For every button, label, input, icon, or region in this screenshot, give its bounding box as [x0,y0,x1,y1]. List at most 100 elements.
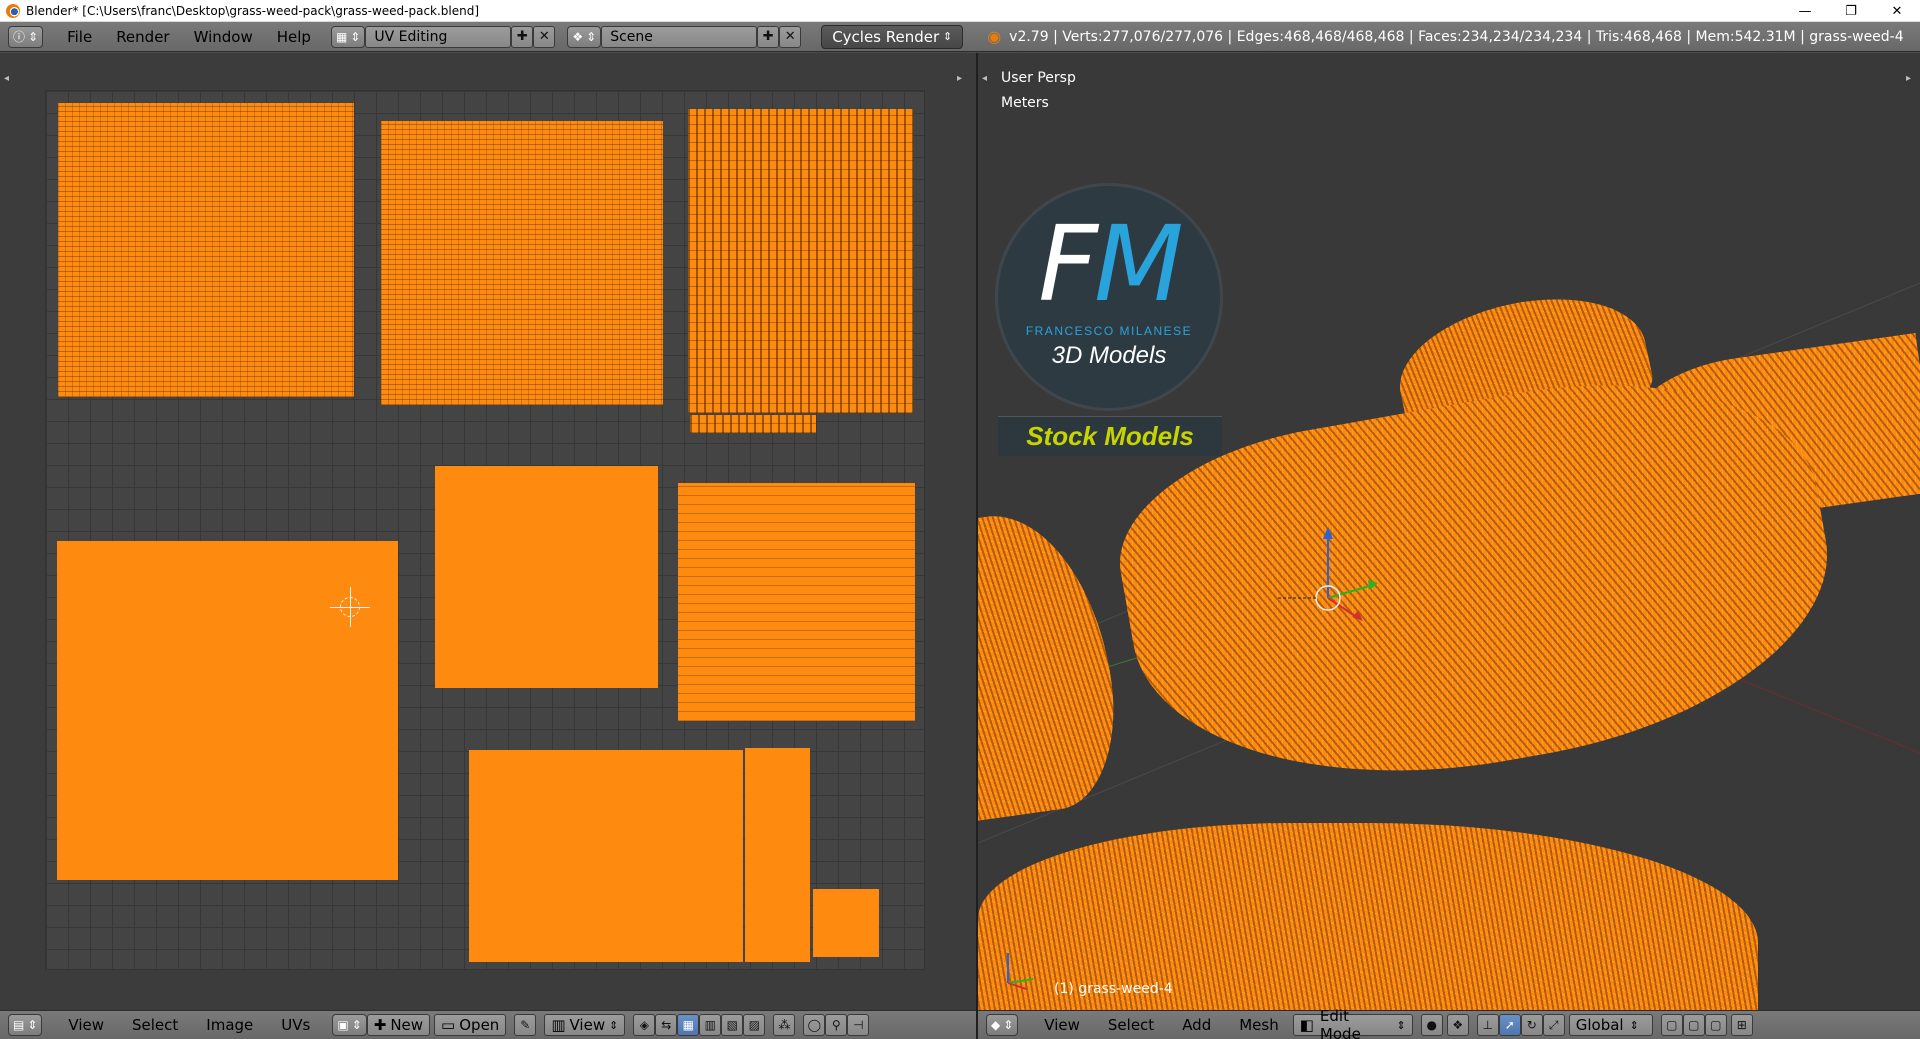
transform-orientation-select[interactable]: Global ⇕ [1568,1014,1653,1036]
menu-help[interactable]: Help [265,28,323,46]
region-toggle-icon[interactable]: ◂ [4,73,9,84]
interaction-mode-select[interactable]: ◧ Edit Mode ⇕ [1292,1007,1413,1039]
uv-island[interactable] [435,466,658,688]
minimize-button[interactable]: — [1782,0,1828,22]
pivot-icon[interactable]: ◈ [633,1014,656,1036]
add-layout-button[interactable]: ✚ [511,25,534,48]
view-mode-label: View [569,1016,606,1034]
x-icon: ✕ [784,29,796,44]
face-select-icon[interactable]: ▧ [721,1014,744,1036]
uv-island[interactable] [690,415,816,433]
info-header: ⓘ ⇕ File Render Window Help ▦ ⇕ UV Editi… [0,22,1920,52]
updown-arrows-icon: ⇕ [1003,1018,1014,1032]
translate-manipulator-icon[interactable]: ➚ [1498,1014,1521,1036]
menu-render[interactable]: Render [104,28,181,46]
pin-icon[interactable]: ✎ [514,1014,537,1036]
plus-icon: ✚ [762,29,774,44]
sync-selection-icon[interactable]: ⇆ [655,1014,678,1036]
sticky-select-icon[interactable]: ⁂ [773,1014,796,1036]
delete-layout-button[interactable]: ✕ [533,25,556,48]
menu-file[interactable]: File [55,28,104,46]
window-title: Blender* [C:\Users\franc\Desktop\grass-w… [26,3,480,18]
uv-editor-type-button[interactable]: ▤ ⇕ [8,1014,43,1036]
open-image-label: Open [459,1016,500,1034]
updown-arrows-icon: ⇕ [609,1018,619,1032]
info-icon: ⓘ [13,30,26,44]
interaction-mode-label: Edit Mode [1319,1007,1361,1039]
updown-arrows-icon: ⇕ [1629,1018,1639,1032]
maximize-button[interactable]: ❐ [1828,0,1874,22]
vertex-select-icon[interactable]: ▦ [677,1014,700,1036]
add-scene-button[interactable]: ✚ [757,25,780,48]
render-engine-label: Cycles Render [832,27,940,46]
manipulator-toggle-icon[interactable]: ⊥ [1476,1014,1499,1036]
layout-grid-icon: ▦ [335,29,348,44]
view-mode-select[interactable]: ▥ View ⇕ [544,1014,626,1036]
proportional-edit-icon[interactable]: ◯ [803,1014,826,1036]
edge-select-icon[interactable]: ▥ [699,1014,722,1036]
orientation-label: Global [1575,1016,1624,1034]
new-image-button[interactable]: ✚ New [366,1014,431,1036]
uv-island[interactable] [381,121,663,405]
3d-viewport[interactable]: ◂ ▸ User Persp Meters FM FRANCESCO MILAN… [978,53,1920,1010]
region-toggle-icon[interactable]: ▸ [957,73,962,84]
viewport-shading-icon[interactable]: ● [1420,1014,1443,1036]
menu-window[interactable]: Window [182,28,265,46]
x-icon: ✕ [538,29,550,44]
open-image-button[interactable]: ▭ Open [434,1014,507,1036]
delete-scene-button[interactable]: ✕ [779,25,802,48]
logo-author: FRANCESCO MILANESE [1025,324,1193,338]
rotate-manipulator-icon[interactable]: ↻ [1520,1014,1543,1036]
vp-menu-mesh[interactable]: Mesh [1225,1016,1293,1034]
fm-logo: FM FRANCESCO MILANESE 3D Models [998,186,1220,408]
scale-manipulator-icon[interactable]: ⤢ [1542,1014,1565,1036]
logo-letter-f: F [1038,203,1098,325]
uv-island[interactable] [678,483,915,721]
vp-menu-add[interactable]: Add [1168,1016,1225,1034]
fm-logo-letters: FM [998,212,1220,316]
scene-icon: ❖ [572,29,584,44]
scene-selector[interactable]: ❖ ⇕ [567,25,602,48]
uv-island[interactable] [469,750,743,962]
axis-widget [1007,953,1034,990]
transform-manipulator[interactable] [1278,523,1398,633]
logo-letter-m: M [1094,203,1184,325]
render-engine-select[interactable]: Cycles Render ⇕ [821,24,964,49]
uv-menu-select[interactable]: Select [118,1016,192,1034]
uv-image-editor[interactable]: ◂ ▸ [0,53,976,1010]
snap-target-icon[interactable]: ⊣ [847,1014,870,1036]
scene-stats: v2.79 | Verts:277,076/277,076 | Edges:46… [1009,28,1904,45]
logo-subtitle: 3D Models [1051,342,1167,369]
snap-icon[interactable]: ⚲ [825,1014,848,1036]
uv-menu-uvs[interactable]: UVs [267,1016,324,1034]
layer-icon[interactable]: ▢ [1660,1014,1683,1036]
uv-island[interactable] [688,109,913,413]
image-browse-button[interactable]: ▣ ⇕ [332,1014,367,1036]
close-button[interactable]: ✕ [1874,0,1920,22]
updown-arrows-icon: ⇕ [1396,1018,1406,1032]
uv-island[interactable] [58,103,354,397]
screen-layout-selector[interactable]: ▦ ⇕ [330,25,366,48]
updown-arrows-icon: ⇕ [28,29,39,44]
updown-arrows-icon: ⇕ [942,30,953,43]
plus-icon: ✚ [516,29,528,44]
island-select-icon[interactable]: ▨ [743,1014,766,1036]
scene-field[interactable]: Scene [601,25,758,48]
pivot-point-icon[interactable]: ❖ [1446,1014,1469,1036]
2d-cursor-icon[interactable] [330,587,370,627]
vp-editor-type-button[interactable]: ◆ ⇕ [986,1014,1019,1036]
uv-island[interactable] [745,748,810,962]
uv-menu-view[interactable]: View [54,1016,118,1034]
layer-icon[interactable]: ▢ [1682,1014,1705,1036]
occlude-geometry-icon[interactable]: ⊞ [1730,1014,1753,1036]
info-editor-type-button[interactable]: ⓘ ⇕ [8,25,44,48]
plus-icon: ✚ [373,1016,387,1034]
uv-menu-image[interactable]: Image [192,1016,267,1034]
layer-icon[interactable]: ▢ [1704,1014,1727,1036]
vp-menu-view[interactable]: View [1030,1016,1094,1034]
edit-mode-icon: ◧ [1299,1016,1314,1034]
updown-arrows-icon: ⇕ [350,29,361,44]
uv-island[interactable] [813,889,879,957]
screen-layout-field[interactable]: UV Editing [365,25,512,48]
vp-menu-select[interactable]: Select [1094,1016,1168,1034]
